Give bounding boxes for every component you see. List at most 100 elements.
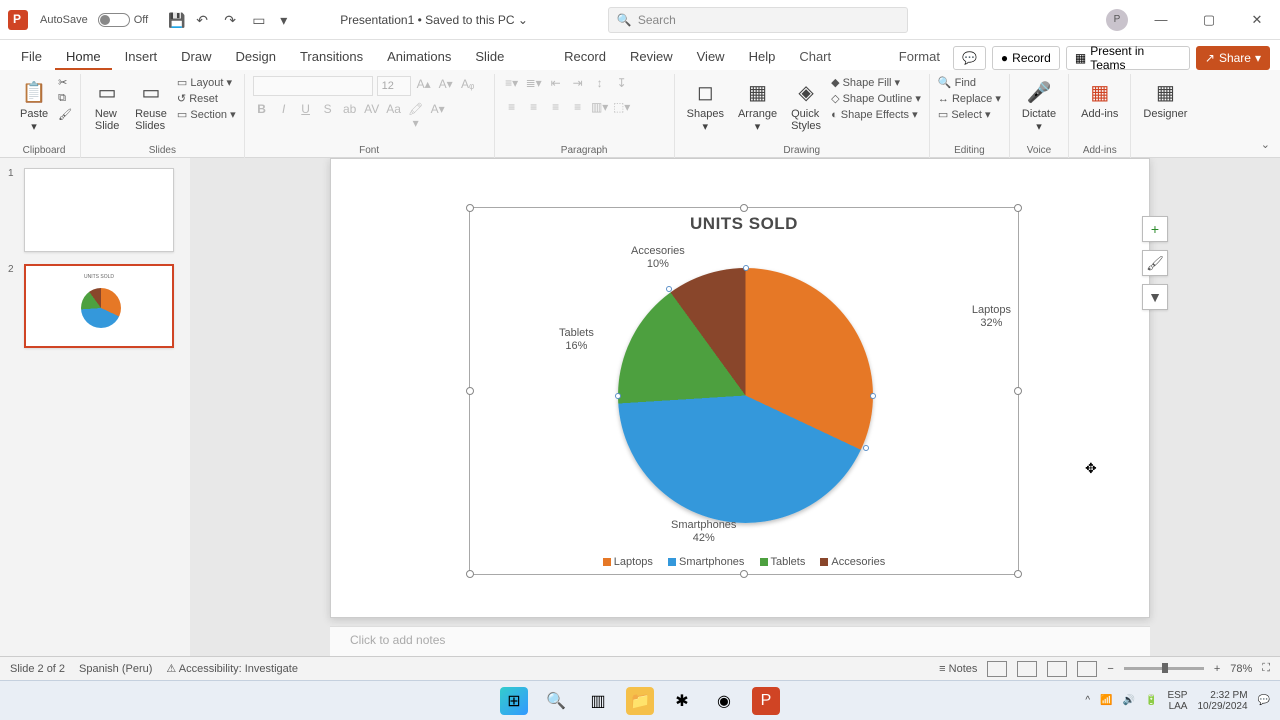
- redo-icon[interactable]: ↷: [224, 12, 240, 28]
- selection-handle[interactable]: [1014, 204, 1022, 212]
- chrome-icon[interactable]: ◉: [710, 687, 738, 715]
- paste-button[interactable]: 📋 Paste▾: [16, 76, 52, 135]
- slack-icon[interactable]: ✱: [668, 687, 696, 715]
- selection-handle[interactable]: [1014, 570, 1022, 578]
- reset-button[interactable]: ↺ Reset: [177, 92, 236, 105]
- shape-outline-dropdown[interactable]: ◇ Shape Outline ▾: [831, 92, 921, 105]
- decrease-font-icon[interactable]: A▾: [437, 77, 455, 95]
- dictate-button[interactable]: 🎤Dictate▾: [1018, 76, 1060, 135]
- selection-handle[interactable]: [1014, 387, 1022, 395]
- font-family-input[interactable]: [253, 76, 373, 96]
- tab-insert[interactable]: Insert: [114, 44, 169, 70]
- slide-canvas-area[interactable]: UNITS SOLD ✥ Laptops32% Smartphones42% T: [190, 158, 1280, 656]
- pie-handle[interactable]: [870, 393, 876, 399]
- reading-view-button[interactable]: [1047, 661, 1067, 677]
- clear-formatting-icon[interactable]: Aᵩ: [459, 77, 477, 95]
- indent-inc-button[interactable]: ⇥: [569, 76, 587, 94]
- sorter-view-button[interactable]: [1017, 661, 1037, 677]
- tab-format[interactable]: Format: [888, 44, 951, 70]
- slide-thumbnail-1[interactable]: [24, 168, 174, 252]
- chart-legend[interactable]: Laptops Smartphones Tablets Accesories: [470, 556, 1018, 568]
- quick-styles-button[interactable]: ◈Quick Styles: [787, 76, 825, 134]
- collapse-ribbon-button[interactable]: ⌄: [1261, 138, 1270, 151]
- start-button[interactable]: ⊞: [500, 687, 528, 715]
- data-label-tablets[interactable]: Tablets16%: [558, 326, 595, 354]
- font-color-button[interactable]: A▾: [429, 102, 447, 120]
- selection-handle[interactable]: [466, 387, 474, 395]
- designer-button[interactable]: ▦Designer: [1139, 76, 1191, 122]
- zoom-in-button[interactable]: +: [1214, 663, 1220, 675]
- slide-thumbnail-2[interactable]: UNITS SOLD: [24, 264, 174, 348]
- volume-icon[interactable]: 🔊: [1123, 695, 1135, 706]
- pie-handle[interactable]: [863, 445, 869, 451]
- close-button[interactable]: ✕: [1242, 12, 1272, 28]
- selection-handle[interactable]: [466, 570, 474, 578]
- arrange-button[interactable]: ▦Arrange▾: [734, 76, 781, 135]
- strike-button[interactable]: S: [319, 102, 337, 120]
- pie-handle[interactable]: [615, 393, 621, 399]
- line-spacing-button[interactable]: ↕: [591, 76, 609, 94]
- comments-button[interactable]: 💬: [953, 46, 986, 70]
- tab-animations[interactable]: Animations: [376, 44, 462, 70]
- spacing-button[interactable]: AV: [363, 102, 381, 120]
- system-tray[interactable]: ^ 📶 🔊 🔋 ESPLAA 2:32 PM10/29/2024 💬: [1085, 690, 1270, 712]
- account-avatar[interactable]: P: [1106, 9, 1128, 31]
- legend-item-accesories[interactable]: Accesories: [820, 556, 885, 568]
- indent-dec-button[interactable]: ⇤: [547, 76, 565, 94]
- language-status[interactable]: Spanish (Peru): [79, 663, 152, 675]
- search-taskbar-icon[interactable]: 🔍: [542, 687, 570, 715]
- bold-button[interactable]: B: [253, 102, 271, 120]
- zoom-percent[interactable]: 78%: [1230, 663, 1252, 675]
- wifi-icon[interactable]: 📶: [1100, 695, 1112, 706]
- cut-button[interactable]: ✂: [58, 76, 72, 89]
- keyboard-layout[interactable]: ESPLAA: [1167, 690, 1187, 712]
- columns-button[interactable]: ▥▾: [591, 100, 609, 118]
- tab-view[interactable]: View: [686, 44, 736, 70]
- from-beginning-icon[interactable]: ▭: [252, 12, 268, 28]
- bullets-button[interactable]: ≡▾: [503, 76, 521, 94]
- slideshow-view-button[interactable]: [1077, 661, 1097, 677]
- slide-counter[interactable]: Slide 2 of 2: [10, 663, 65, 675]
- maximize-button[interactable]: ▢: [1194, 12, 1224, 28]
- tab-review[interactable]: Review: [619, 44, 684, 70]
- increase-font-icon[interactable]: A▴: [415, 77, 433, 95]
- addins-button[interactable]: ▦Add-ins: [1077, 76, 1122, 122]
- clock[interactable]: 2:32 PM10/29/2024: [1197, 690, 1247, 712]
- chart-elements-button[interactable]: +: [1142, 216, 1168, 242]
- tab-transitions[interactable]: Transitions: [289, 44, 374, 70]
- pie-handle[interactable]: [666, 286, 672, 292]
- legend-item-laptops[interactable]: Laptops: [603, 556, 653, 568]
- chart-object[interactable]: UNITS SOLD ✥ Laptops32% Smartphones42% T: [469, 207, 1019, 575]
- justify-button[interactable]: ≡: [569, 100, 587, 118]
- present-teams-button[interactable]: ▦ Present in Teams: [1066, 46, 1190, 70]
- record-button[interactable]: ● Record: [992, 46, 1060, 70]
- tab-design[interactable]: Design: [225, 44, 287, 70]
- accessibility-status[interactable]: ⚠ Accessibility: Investigate: [166, 662, 298, 675]
- slide[interactable]: UNITS SOLD ✥ Laptops32% Smartphones42% T: [330, 158, 1150, 618]
- selection-handle[interactable]: [740, 570, 748, 578]
- pie-chart[interactable]: ✥: [618, 268, 873, 523]
- pie-handle[interactable]: [743, 265, 749, 271]
- new-slide-button[interactable]: ▭New Slide: [89, 76, 125, 134]
- font-size-input[interactable]: [377, 76, 411, 96]
- share-button[interactable]: ↗ Share ▾: [1196, 46, 1270, 70]
- shape-effects-dropdown[interactable]: ◐ Shape Effects ▾: [831, 108, 921, 121]
- zoom-out-button[interactable]: −: [1107, 663, 1113, 675]
- battery-icon[interactable]: 🔋: [1145, 695, 1157, 706]
- replace-button[interactable]: ↔ Replace ▾: [938, 92, 1001, 105]
- shadow-button[interactable]: ab: [341, 102, 359, 120]
- tab-chart-design[interactable]: Chart Design: [788, 44, 885, 70]
- italic-button[interactable]: I: [275, 102, 293, 120]
- chevron-up-icon[interactable]: ^: [1085, 695, 1090, 706]
- format-painter-button[interactable]: 🖌: [58, 108, 72, 121]
- layout-dropdown[interactable]: ▭ Layout ▾: [177, 76, 236, 89]
- tab-slideshow[interactable]: Slide Show: [464, 44, 551, 70]
- legend-item-tablets[interactable]: Tablets: [760, 556, 806, 568]
- legend-item-smartphones[interactable]: Smartphones: [668, 556, 744, 568]
- normal-view-button[interactable]: [987, 661, 1007, 677]
- data-label-smartphones[interactable]: Smartphones42%: [670, 518, 737, 546]
- numbering-button[interactable]: ≣▾: [525, 76, 543, 94]
- chart-title[interactable]: UNITS SOLD: [470, 214, 1018, 234]
- minimize-button[interactable]: —: [1146, 12, 1176, 27]
- search-input[interactable]: 🔍 Search: [608, 7, 908, 33]
